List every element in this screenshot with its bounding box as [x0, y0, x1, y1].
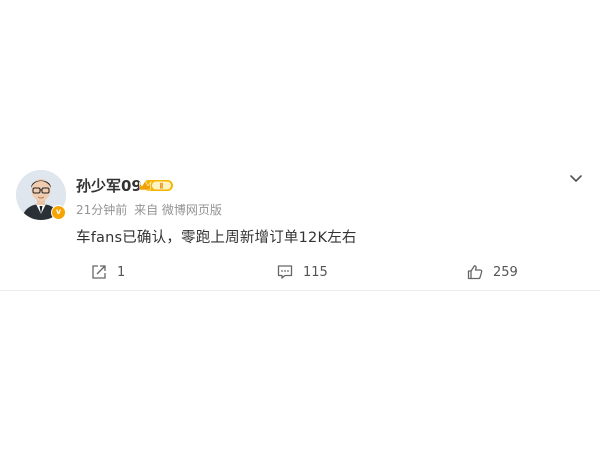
user-level-badge-icon[interactable]: Ⅱ	[139, 178, 175, 192]
username[interactable]: 孙少军09	[76, 175, 142, 196]
verified-badge-icon: v	[51, 205, 66, 220]
comment-button[interactable]: 115	[277, 263, 328, 281]
like-button[interactable]: 259	[467, 263, 518, 281]
comment-count: 115	[303, 264, 328, 280]
chevron-down-icon[interactable]	[566, 168, 586, 188]
post-source: 来自 微博网页版	[134, 203, 222, 217]
share-button[interactable]: 1	[91, 263, 125, 281]
post-timestamp[interactable]: 21分钟前	[76, 203, 127, 217]
thumbs-up-icon	[467, 265, 483, 280]
share-count: 1	[117, 264, 126, 280]
comment-icon	[277, 265, 293, 279]
like-count: 259	[493, 264, 518, 280]
post-meta: 21分钟前 来自 微博网页版	[76, 201, 225, 218]
share-icon	[92, 265, 106, 279]
post-content: 车fans已确认，零跑上周新增订单12K左右	[76, 230, 357, 246]
weibo-post-card: v 孙少军09 Ⅱ 21分钟前 来自 微博网页版 车fans已确认，零跑上周新增…	[0, 160, 600, 291]
user-level-label: Ⅱ	[160, 181, 164, 190]
